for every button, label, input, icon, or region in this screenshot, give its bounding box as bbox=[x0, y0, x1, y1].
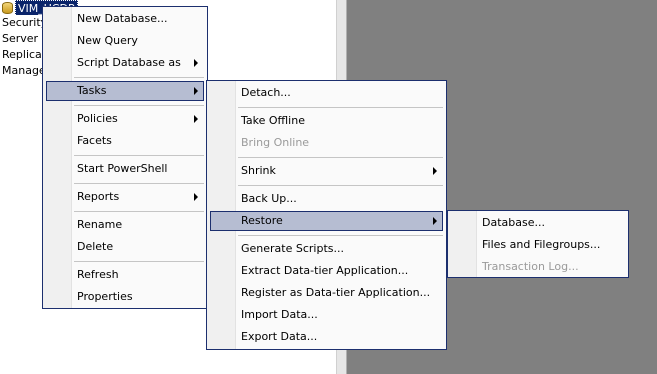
menu-item-refresh[interactable]: Refresh bbox=[46, 265, 204, 285]
menu-separator bbox=[238, 157, 443, 158]
menu-item-label: Detach... bbox=[241, 86, 291, 99]
menu-item-label: Facets bbox=[77, 134, 112, 147]
menu-item-export-data[interactable]: Export Data... bbox=[210, 327, 443, 347]
menu-item-take-offline[interactable]: Take Offline bbox=[210, 111, 443, 131]
menu-separator bbox=[238, 185, 443, 186]
menu-separator bbox=[74, 105, 204, 106]
menu-item-label: Generate Scripts... bbox=[241, 242, 344, 255]
menu-item-label: Policies bbox=[77, 112, 118, 125]
menu-item-bring-online: Bring Online bbox=[210, 133, 443, 153]
menu-item-label: Properties bbox=[77, 290, 133, 303]
menu-item-reports[interactable]: Reports bbox=[46, 187, 204, 207]
menu-item-facets[interactable]: Facets bbox=[46, 131, 204, 151]
menu-item-tasks[interactable]: Tasks bbox=[46, 81, 204, 101]
menu-item-label: Transaction Log... bbox=[482, 260, 579, 273]
tree-item-label: Security bbox=[2, 16, 48, 29]
menu-item-new-database[interactable]: New Database... bbox=[46, 9, 204, 29]
menu-item-script-database-as[interactable]: Script Database as bbox=[46, 53, 204, 73]
tree-item-security[interactable]: Security bbox=[2, 15, 47, 30]
menu-separator bbox=[74, 77, 204, 78]
menu-item-start-powershell[interactable]: Start PowerShell bbox=[46, 159, 204, 179]
menu-separator bbox=[74, 211, 204, 212]
menu-item-transaction-log: Transaction Log... bbox=[451, 257, 625, 277]
menu-item-new-query[interactable]: New Query bbox=[46, 31, 204, 51]
menu-item-restore[interactable]: Restore bbox=[210, 211, 443, 231]
menu-item-label: Take Offline bbox=[241, 114, 305, 127]
menu-item-label: Import Data... bbox=[241, 308, 318, 321]
menu-item-detach[interactable]: Detach... bbox=[210, 83, 443, 103]
menu-item-label: New Database... bbox=[77, 12, 168, 25]
menu-item-label: Files and Filegroups... bbox=[482, 238, 601, 251]
database-context-menu: New Database... New Query Script Databas… bbox=[42, 6, 208, 309]
menu-item-label: Script Database as bbox=[77, 56, 181, 69]
menu-item-import-data[interactable]: Import Data... bbox=[210, 305, 443, 325]
chevron-right-icon bbox=[194, 59, 198, 67]
menu-item-back-up[interactable]: Back Up... bbox=[210, 189, 443, 209]
menu-item-label: Start PowerShell bbox=[77, 162, 168, 175]
menu-item-label: Back Up... bbox=[241, 192, 297, 205]
chevron-right-icon bbox=[433, 217, 437, 225]
menu-item-label: New Query bbox=[77, 34, 138, 47]
menu-item-label: Tasks bbox=[77, 84, 107, 97]
database-icon bbox=[2, 2, 13, 14]
menu-separator bbox=[74, 183, 204, 184]
menu-item-label: Bring Online bbox=[241, 136, 310, 149]
tasks-submenu: Detach... Take Offline Bring Online Shri… bbox=[206, 80, 447, 350]
menu-separator bbox=[74, 261, 204, 262]
chevron-right-icon bbox=[194, 87, 198, 95]
menu-item-extract-data-tier-application[interactable]: Extract Data-tier Application... bbox=[210, 261, 443, 281]
menu-item-delete[interactable]: Delete bbox=[46, 237, 204, 257]
chevron-right-icon bbox=[194, 115, 198, 123]
menu-separator bbox=[238, 107, 443, 108]
menu-separator bbox=[238, 235, 443, 236]
restore-submenu: Database... Files and Filegroups... Tran… bbox=[447, 210, 629, 278]
menu-item-shrink[interactable]: Shrink bbox=[210, 161, 443, 181]
menu-item-rename[interactable]: Rename bbox=[46, 215, 204, 235]
menu-item-policies[interactable]: Policies bbox=[46, 109, 204, 129]
menu-item-label: Export Data... bbox=[241, 330, 318, 343]
menu-separator bbox=[74, 155, 204, 156]
menu-item-files-and-filegroups[interactable]: Files and Filegroups... bbox=[451, 235, 625, 255]
menu-item-label: Register as Data-tier Application... bbox=[241, 286, 431, 299]
chevron-right-icon bbox=[433, 167, 437, 175]
menu-item-label: Refresh bbox=[77, 268, 119, 281]
menu-item-label: Delete bbox=[77, 240, 114, 253]
menu-item-label: Database... bbox=[482, 216, 545, 229]
chevron-right-icon bbox=[194, 193, 198, 201]
menu-item-register-data-tier-application[interactable]: Register as Data-tier Application... bbox=[210, 283, 443, 303]
menu-item-restore-database[interactable]: Database... bbox=[451, 213, 625, 233]
menu-item-properties[interactable]: Properties bbox=[46, 287, 204, 307]
menu-item-label: Shrink bbox=[241, 164, 276, 177]
menu-item-label: Extract Data-tier Application... bbox=[241, 264, 409, 277]
menu-item-generate-scripts[interactable]: Generate Scripts... bbox=[210, 239, 443, 259]
menu-item-label: Rename bbox=[77, 218, 123, 231]
menu-item-label: Restore bbox=[241, 214, 283, 227]
menu-item-label: Reports bbox=[77, 190, 120, 203]
